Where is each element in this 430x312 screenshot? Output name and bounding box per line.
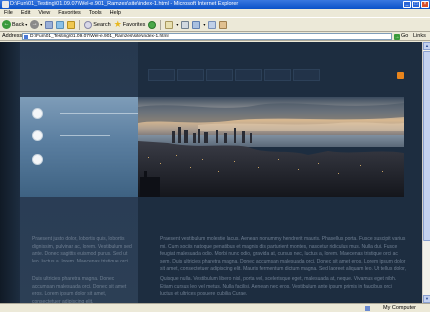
forward-button[interactable]: → ▾ bbox=[30, 19, 42, 30]
edit-dropdown-icon[interactable]: ▾ bbox=[203, 22, 205, 27]
window-controls: _ □ × bbox=[403, 1, 429, 8]
edit-icon[interactable] bbox=[192, 20, 201, 29]
back-button[interactable]: ← Back ▾ bbox=[2, 19, 27, 30]
discuss-icon[interactable] bbox=[208, 20, 217, 29]
menu-bullet-1[interactable] bbox=[32, 108, 43, 119]
left-text-paragraph-1: Praesent justo dolor, lobortis quis, lob… bbox=[32, 236, 132, 262]
back-dropdown-icon[interactable]: ▾ bbox=[25, 22, 27, 27]
go-button[interactable]: → Go bbox=[394, 33, 412, 40]
browser-window: D:\Fun\01_Testing\01.09.07\Wel-e.901_Ram… bbox=[0, 0, 430, 312]
nav-button-4[interactable] bbox=[235, 69, 262, 81]
address-input[interactable]: D:\Fun\01_Testing\01.09.07\Wel-e.901_Ram… bbox=[22, 33, 392, 40]
nav-button-1[interactable] bbox=[148, 69, 175, 81]
rss-icon[interactable] bbox=[397, 72, 404, 79]
left-text-paragraph-2: Duis ultricies pharetra magna. Donec acc… bbox=[32, 276, 127, 303]
menu-help[interactable]: Help bbox=[110, 9, 121, 17]
menu-edit[interactable]: Edit bbox=[21, 9, 30, 17]
nav-button-2[interactable] bbox=[177, 69, 204, 81]
vertical-scrollbar[interactable]: ▲ ▼ bbox=[422, 42, 430, 303]
address-value: D:\Fun\01_Testing\01.09.07\Wel-e.901_Ram… bbox=[30, 34, 169, 39]
ie-app-icon bbox=[2, 1, 9, 8]
address-label: Address bbox=[2, 33, 23, 39]
nav-button-6[interactable] bbox=[293, 69, 320, 81]
menu-bar: File Edit View Favorites Tools Help bbox=[0, 9, 430, 17]
nav-button-3[interactable] bbox=[206, 69, 233, 81]
stop-icon[interactable] bbox=[45, 20, 54, 29]
favorites-label: Favorites bbox=[122, 21, 146, 28]
menu-line-1 bbox=[60, 113, 138, 114]
close-button[interactable]: × bbox=[421, 1, 429, 8]
scroll-up-icon[interactable]: ▲ bbox=[423, 42, 430, 50]
scroll-thumb[interactable] bbox=[423, 51, 430, 241]
menu-bullet-2[interactable] bbox=[32, 130, 43, 141]
computer-icon bbox=[365, 306, 370, 311]
search-icon bbox=[84, 20, 93, 29]
status-bar: My Computer bbox=[0, 303, 430, 312]
minimize-button[interactable]: _ bbox=[403, 1, 411, 8]
star-icon: ★ bbox=[113, 19, 122, 29]
menu-tools[interactable]: Tools bbox=[89, 9, 102, 17]
forward-dropdown-icon[interactable]: ▾ bbox=[40, 22, 42, 27]
address-bar: Address D:\Fun\01_Testing\01.09.07\Wel-e… bbox=[0, 32, 430, 41]
refresh-icon[interactable] bbox=[56, 20, 65, 29]
menu-line-2 bbox=[60, 135, 110, 136]
skyline-image bbox=[138, 97, 404, 197]
links-button[interactable]: Links bbox=[413, 32, 426, 41]
toolbar-separator bbox=[79, 19, 81, 30]
back-label: Back bbox=[12, 21, 25, 28]
back-arrow-icon: ← bbox=[2, 20, 11, 29]
forward-arrow-icon: → bbox=[30, 20, 40, 29]
main-text-paragraph-1: Praesent vestibulum molestie lacus. Aene… bbox=[160, 236, 406, 274]
go-label: Go bbox=[401, 33, 409, 39]
menu-favorites[interactable]: Favorites bbox=[58, 9, 81, 17]
maximize-button[interactable]: □ bbox=[412, 1, 420, 8]
mail-dropdown-icon[interactable]: ▾ bbox=[176, 22, 178, 27]
window-title: D:\Fun\01_Testing\01.09.07\Wel-e.901_Ram… bbox=[10, 1, 239, 7]
nav-button-5[interactable] bbox=[264, 69, 291, 81]
page-icon bbox=[24, 35, 28, 39]
print-icon[interactable] bbox=[181, 20, 190, 29]
messenger-icon[interactable] bbox=[219, 20, 228, 29]
toolbar-separator bbox=[160, 19, 162, 30]
search-label: Search bbox=[93, 21, 111, 28]
menu-view[interactable]: View bbox=[38, 9, 50, 17]
page-viewport: Praesent justo dolor, lobortis quis, lob… bbox=[0, 42, 422, 303]
home-icon[interactable] bbox=[67, 20, 76, 29]
scroll-down-icon[interactable]: ▼ bbox=[423, 295, 430, 303]
banner-menu-panel bbox=[20, 97, 138, 197]
media-icon[interactable] bbox=[148, 20, 157, 29]
top-navigation bbox=[148, 69, 320, 81]
menu-bullet-3[interactable] bbox=[32, 154, 43, 165]
title-bar: D:\Fun\01_Testing\01.09.07\Wel-e.901_Ram… bbox=[0, 0, 430, 9]
mail-icon[interactable] bbox=[165, 20, 174, 29]
left-shadow bbox=[0, 42, 20, 303]
security-zone: My Computer bbox=[382, 305, 416, 311]
favorites-button[interactable]: ★ Favorites bbox=[114, 19, 146, 30]
menu-file[interactable]: File bbox=[4, 9, 13, 17]
go-arrow-icon: → bbox=[394, 33, 400, 40]
main-text-paragraph-2: Quisque nulla. Vestibulum libero nisl, p… bbox=[160, 276, 397, 297]
search-button[interactable]: Search bbox=[84, 19, 111, 30]
toolbar: ← Back ▾ → ▾ Search ★ Favorites ▾ ▾ bbox=[0, 17, 430, 32]
city-skyline-photo bbox=[138, 97, 404, 197]
